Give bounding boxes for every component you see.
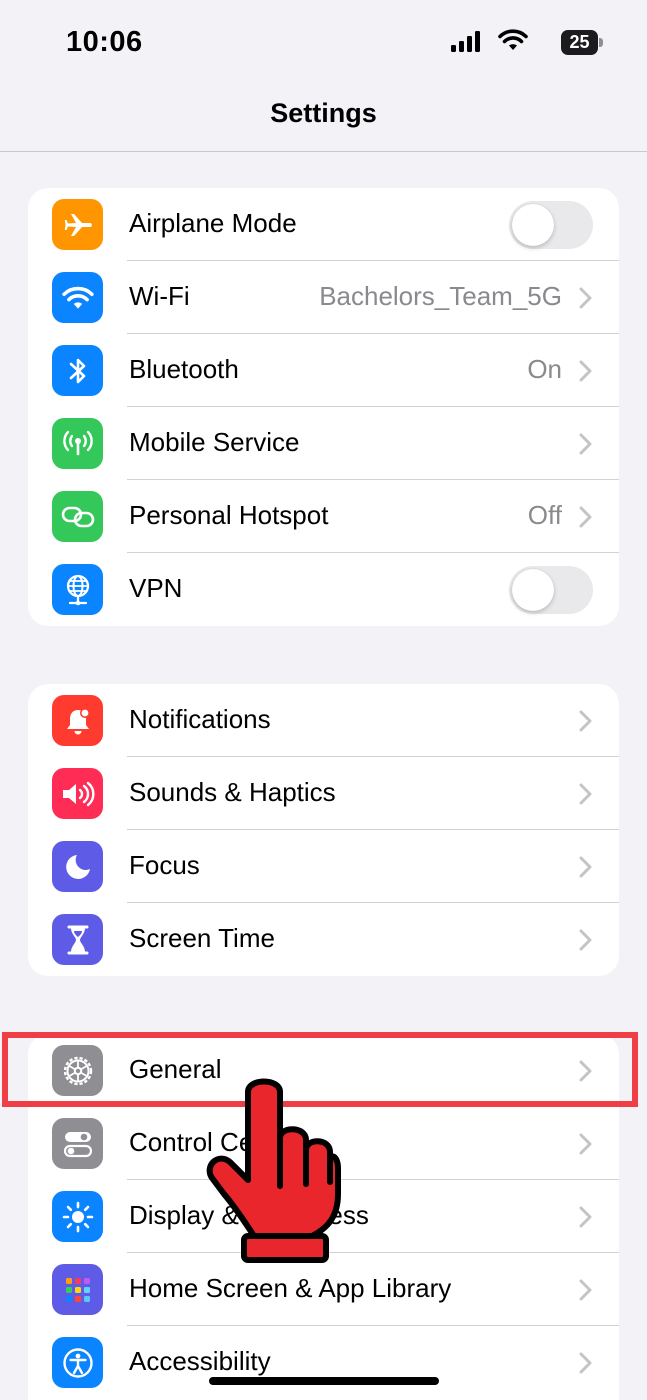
settings-group-alerts: Notifications Sounds & Haptics Focus Scr… xyxy=(28,684,619,976)
chevron-right-icon xyxy=(579,287,592,309)
accessibility-icon xyxy=(52,1337,103,1388)
row-label: Notifications xyxy=(129,704,271,734)
row-bluetooth[interactable]: Bluetooth On xyxy=(28,334,619,407)
chevron-right-icon xyxy=(579,856,592,878)
signal-icon xyxy=(451,31,480,52)
battery-icon: 25 xyxy=(561,30,603,55)
row-sounds-haptics[interactable]: Sounds & Haptics xyxy=(28,757,619,830)
chevron-right-icon xyxy=(579,433,592,455)
chevron-right-icon xyxy=(579,506,592,528)
app-grid-icon xyxy=(52,1264,103,1315)
battery-cap xyxy=(599,38,603,47)
switches-icon xyxy=(52,1118,103,1169)
settings-group-connectivity: Airplane Mode Wi-Fi Bachelors_Team_5G Bl… xyxy=(28,188,619,626)
antenna-icon xyxy=(52,418,103,469)
toggle-knob xyxy=(512,569,554,611)
row-label: Home Screen & App Library xyxy=(129,1273,452,1303)
home-indicator[interactable] xyxy=(209,1377,439,1385)
chevron-right-icon xyxy=(579,783,592,805)
chevron-right-icon xyxy=(579,360,592,382)
sun-icon xyxy=(52,1191,103,1242)
row-screen-time[interactable]: Screen Time xyxy=(28,903,619,976)
hourglass-icon xyxy=(52,914,103,965)
wifi-icon xyxy=(52,272,103,323)
row-accessibility[interactable]: Accessibility xyxy=(28,1326,619,1399)
chevron-right-icon xyxy=(579,929,592,951)
row-label: Bluetooth xyxy=(129,354,239,384)
chevron-right-icon xyxy=(579,1133,592,1155)
airplane-icon xyxy=(52,199,103,250)
wifi-network-name: Bachelors_Team_5G xyxy=(319,281,562,311)
moon-icon xyxy=(52,841,103,892)
row-mobile-service[interactable]: Mobile Service xyxy=(28,407,619,480)
row-label: Mobile Service xyxy=(129,427,300,457)
row-personal-hotspot[interactable]: Personal Hotspot Off xyxy=(28,480,619,553)
row-label: Focus xyxy=(129,850,200,880)
bluetooth-icon xyxy=(52,345,103,396)
page-title: Settings xyxy=(270,98,377,128)
speaker-icon xyxy=(52,768,103,819)
battery-level: 25 xyxy=(561,30,598,55)
globe-icon xyxy=(52,564,103,615)
row-airplane-mode[interactable]: Airplane Mode xyxy=(28,188,619,261)
row-vpn[interactable]: VPN xyxy=(28,553,619,626)
vpn-toggle[interactable] xyxy=(509,566,593,614)
wifi-icon xyxy=(498,29,528,50)
row-label: Sounds & Haptics xyxy=(129,777,336,807)
row-wifi[interactable]: Wi-Fi Bachelors_Team_5G xyxy=(28,261,619,334)
row-label: Personal Hotspot xyxy=(129,500,329,530)
chevron-right-icon xyxy=(579,710,592,732)
row-label: Airplane Mode xyxy=(129,208,297,238)
row-label: Accessibility xyxy=(129,1346,271,1376)
row-label: VPN xyxy=(129,573,183,603)
toggle-knob xyxy=(512,204,554,246)
row-focus[interactable]: Focus xyxy=(28,830,619,903)
airplane-mode-toggle[interactable] xyxy=(509,201,593,249)
chevron-right-icon xyxy=(579,1206,592,1228)
row-label: Wi-Fi xyxy=(129,281,190,311)
pointing-hand-icon xyxy=(206,1078,341,1263)
bell-icon xyxy=(52,695,103,746)
row-label: Screen Time xyxy=(129,923,275,953)
bluetooth-status: On xyxy=(527,354,562,384)
row-notifications[interactable]: Notifications xyxy=(28,684,619,757)
status-bar: 10:06 25 xyxy=(0,0,647,80)
chevron-right-icon xyxy=(579,1352,592,1374)
hotspot-icon xyxy=(52,491,103,542)
status-time: 10:06 xyxy=(66,26,143,58)
hotspot-status: Off xyxy=(527,500,562,530)
nav-bar: Settings xyxy=(0,80,647,152)
chevron-right-icon xyxy=(579,1279,592,1301)
